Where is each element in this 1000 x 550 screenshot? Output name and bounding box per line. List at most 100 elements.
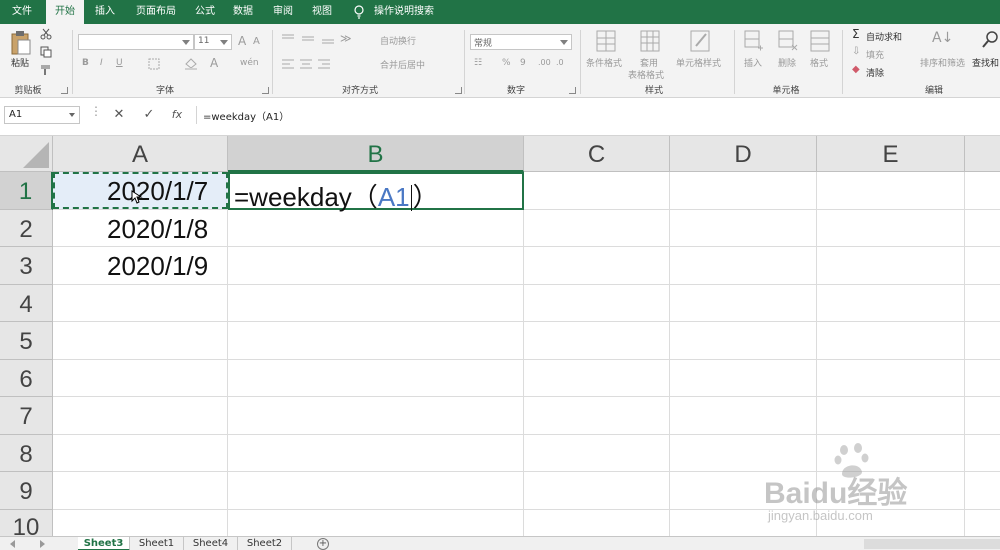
decrease-decimal-icon[interactable]: .0	[556, 58, 564, 67]
conditional-formatting-button[interactable]: 条件格式	[586, 56, 622, 69]
tab-home[interactable]: 开始	[46, 0, 84, 24]
comma-style-button[interactable]: 9	[520, 58, 526, 68]
row-header-10[interactable]: 10	[0, 510, 53, 536]
italic-button[interactable]: I	[100, 58, 103, 68]
add-sheet-button[interactable]: +	[317, 538, 329, 550]
active-cell-b1[interactable]: =weekday（A1）	[228, 172, 524, 212]
group-label-editing: 编辑	[924, 86, 943, 96]
cancel-entry-button[interactable]: ✕	[108, 106, 130, 124]
formula-input[interactable]: =weekday（A1）	[196, 106, 1000, 124]
format-painter-icon[interactable]	[40, 64, 52, 76]
separator	[464, 30, 465, 94]
column-header-c[interactable]: C	[524, 136, 670, 172]
number-format-combo[interactable]: 常规	[470, 34, 572, 50]
tab-view[interactable]: 视图	[303, 0, 341, 24]
confirm-entry-button[interactable]: ✓	[138, 106, 160, 124]
format-cells-button[interactable]: 格式	[810, 56, 828, 69]
gridline	[53, 434, 1000, 435]
row-header-6[interactable]: 6	[0, 360, 53, 397]
sheet-tab-sheet4[interactable]: Sheet4	[184, 537, 238, 550]
wrap-text-button[interactable]: 自动换行	[380, 34, 416, 47]
group-label-font: 字体	[155, 86, 174, 96]
tab-insert[interactable]: 插入	[86, 0, 124, 24]
sort-filter-button[interactable]: 排序和筛选	[920, 56, 965, 69]
row-header-3[interactable]: 3	[0, 247, 53, 285]
font-color-icon[interactable]: A	[210, 56, 218, 70]
vertical-align-icons[interactable]	[282, 34, 342, 44]
row-header-5[interactable]: 5	[0, 322, 53, 360]
accounting-format-icon[interactable]: ☷	[474, 58, 482, 68]
cell-a3[interactable]: 2020/1/9	[107, 251, 208, 282]
percent-style-button[interactable]: %	[502, 58, 511, 68]
paste-button[interactable]: 粘贴	[11, 56, 29, 69]
number-launcher[interactable]	[569, 87, 576, 94]
column-header-f[interactable]	[965, 136, 1000, 172]
row-header-8[interactable]: 8	[0, 435, 53, 472]
underline-button[interactable]: U	[116, 58, 123, 68]
insert-cells-icon[interactable]	[744, 30, 764, 52]
select-all-button[interactable]	[0, 136, 53, 172]
copy-icon[interactable]	[40, 46, 52, 58]
fill-color-icon[interactable]	[184, 58, 198, 70]
grow-font-icon[interactable]: A	[238, 34, 246, 48]
phonetic-icon[interactable]: wén	[240, 58, 259, 68]
previous-sheet-icon[interactable]	[10, 540, 15, 548]
tell-me-search[interactable]: 操作说明搜索	[374, 0, 434, 24]
group-label-alignment: 对齐方式	[341, 86, 378, 96]
gridline	[669, 172, 670, 536]
row-header-2[interactable]: 2	[0, 210, 53, 247]
autosum-icon: Σ	[852, 27, 860, 41]
insert-cells-button[interactable]: 插入	[744, 56, 762, 69]
bold-button[interactable]: B	[82, 58, 89, 68]
row-header-7[interactable]: 7	[0, 397, 53, 435]
gridline	[53, 396, 1000, 397]
tab-file[interactable]: 文件	[0, 0, 44, 24]
column-header-b[interactable]: B	[228, 136, 524, 172]
row-header-4[interactable]: 4	[0, 285, 53, 322]
find-select-button[interactable]: 查找和	[972, 56, 999, 69]
find-select-icon[interactable]	[982, 30, 1000, 50]
cell-styles-icon[interactable]	[690, 30, 710, 52]
column-header-a[interactable]: A	[53, 136, 228, 172]
tab-formulas[interactable]: 公式	[186, 0, 224, 24]
horizontal-align-icons[interactable]	[282, 58, 342, 70]
format-as-table-icon[interactable]	[640, 30, 660, 52]
font-launcher[interactable]	[262, 87, 269, 94]
clipboard-launcher[interactable]	[61, 87, 68, 94]
delete-cells-icon[interactable]	[778, 30, 798, 52]
autosum-button[interactable]: 自动求和	[866, 30, 902, 43]
tab-page-layout[interactable]: 页面布局	[128, 0, 184, 24]
font-name-combo[interactable]	[78, 34, 194, 50]
sheet-tab-sheet3[interactable]: Sheet3	[78, 537, 130, 550]
cut-icon[interactable]	[40, 28, 52, 40]
shrink-font-icon[interactable]: A	[253, 36, 260, 47]
cell-a2[interactable]: 2020/1/8	[107, 214, 208, 245]
row-header-1[interactable]: 1	[0, 172, 53, 210]
tab-data[interactable]: 数据	[224, 0, 262, 24]
sheet-tab-sheet1[interactable]: Sheet1	[130, 537, 184, 550]
format-as-table-line2[interactable]: 表格格式	[628, 68, 664, 81]
column-header-d[interactable]: D	[670, 136, 817, 172]
clear-button[interactable]: 清除	[866, 66, 884, 79]
next-sheet-icon[interactable]	[40, 540, 45, 548]
cell-styles-button[interactable]: 单元格样式	[676, 56, 721, 69]
horizontal-scrollbar[interactable]	[864, 539, 1000, 549]
sheet-tab-sheet2[interactable]: Sheet2	[238, 537, 292, 550]
orientation-icon[interactable]: ≫	[340, 32, 352, 45]
cell-a1[interactable]: 2020/1/7	[107, 176, 208, 207]
paste-icon[interactable]	[10, 30, 32, 56]
row-header-9[interactable]: 9	[0, 472, 53, 510]
conditional-formatting-icon[interactable]	[596, 30, 616, 52]
borders-icon[interactable]	[148, 58, 160, 70]
name-box[interactable]: A1	[4, 106, 80, 124]
column-header-e[interactable]: E	[817, 136, 965, 172]
alignment-launcher[interactable]	[455, 87, 462, 94]
format-cells-icon[interactable]	[810, 30, 830, 52]
increase-decimal-icon[interactable]: .00	[538, 58, 551, 67]
insert-function-button[interactable]: fx	[166, 106, 188, 124]
tab-review[interactable]: 审阅	[264, 0, 302, 24]
delete-cells-button[interactable]: 删除	[778, 56, 796, 69]
merge-center-button[interactable]: 合并后居中	[380, 58, 425, 71]
fill-button[interactable]: 填充	[866, 48, 884, 61]
font-size-combo[interactable]: 11	[194, 34, 232, 50]
